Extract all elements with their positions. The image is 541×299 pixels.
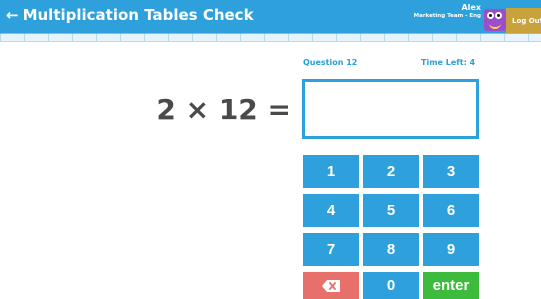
- avatar-eye-icon: [495, 12, 502, 19]
- avatar: [484, 9, 506, 31]
- key-3[interactable]: 3: [423, 155, 479, 188]
- user-name: Alex: [461, 3, 481, 12]
- key-2[interactable]: 2: [363, 155, 419, 188]
- app-header: ← Multiplication Tables Check Alex Market…: [0, 0, 541, 33]
- app-title-text: Multiplication Tables Check: [22, 6, 254, 24]
- user-team: Marketing Team - Eng: [413, 13, 481, 19]
- key-1[interactable]: 1: [303, 155, 359, 188]
- backspace-icon: [322, 279, 340, 292]
- key-4[interactable]: 4: [303, 194, 359, 227]
- logout-button[interactable]: Log Out: [506, 8, 541, 34]
- key-0[interactable]: 0: [363, 272, 419, 299]
- question-number: Question 12: [303, 58, 358, 67]
- time-left: Time Left: 4: [421, 58, 476, 67]
- answer-input[interactable]: [302, 79, 479, 139]
- delete-button[interactable]: [303, 272, 359, 299]
- key-6[interactable]: 6: [423, 194, 479, 227]
- header-grid-strip: [0, 33, 541, 42]
- enter-button[interactable]: enter: [423, 272, 479, 299]
- key-5[interactable]: 5: [363, 194, 419, 227]
- key-7[interactable]: 7: [303, 233, 359, 266]
- back-arrow-icon[interactable]: ←: [6, 6, 19, 24]
- avatar-mouth-icon: [489, 22, 501, 29]
- app-title[interactable]: ← Multiplication Tables Check: [6, 6, 254, 24]
- key-8[interactable]: 8: [363, 233, 419, 266]
- avatar-eye-icon: [487, 12, 494, 19]
- key-9[interactable]: 9: [423, 233, 479, 266]
- equation: 2 × 12 =: [156, 93, 291, 126]
- user-info: Alex Marketing Team - Eng: [414, 4, 481, 20]
